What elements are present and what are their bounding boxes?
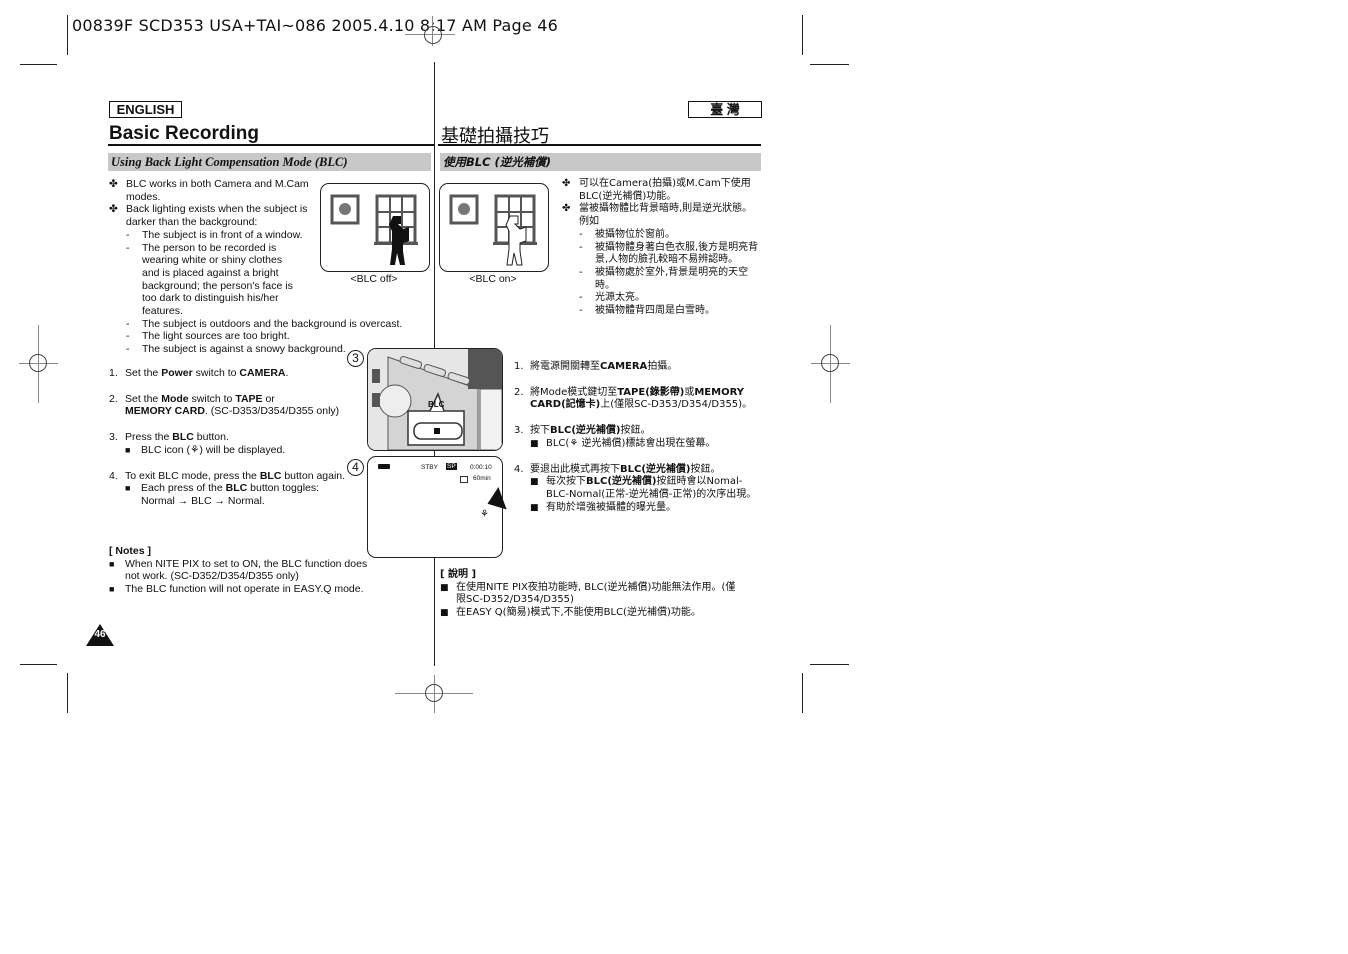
condition-item: - 光源太亮。	[579, 292, 645, 304]
notes-title: [ Notes ]	[109, 545, 151, 557]
square-bullet-icon: ■	[530, 438, 539, 449]
crop-mark	[67, 15, 68, 55]
bullet-icon: ✤	[562, 178, 571, 189]
condition-item: - The subject is in front of a window.	[126, 228, 303, 241]
camcorder-blc-button-illustration: BLC	[367, 348, 503, 451]
sub-item: ■ BLC(⚘ 逆光補償)標誌會出現在螢幕。	[530, 437, 716, 449]
sub-item: ■ Each press of the BLC button toggles: No…	[125, 482, 320, 507]
chinese-intro: ✤ 可以在Camera(拍攝)或M.Cam下使用BLC(逆光補償)功能。 ✤ 當被攝…	[562, 178, 762, 318]
condition-item: - 被攝物處於室外,背景是明亮的天空時。	[579, 266, 749, 291]
crop-mark	[20, 64, 57, 65]
lcd-timecode: 0:00:10	[470, 464, 492, 471]
crop-mark	[810, 64, 849, 65]
bullet-icon: ✤	[109, 203, 118, 216]
english-intro: ✤ BLC works in both Camera and M.Cam mode…	[109, 178, 402, 356]
crop-mark	[810, 664, 849, 665]
condition-item: - The person to be recorded is wearing wh…	[126, 241, 293, 318]
lcd-status: STBY	[421, 464, 438, 471]
crop-mark	[802, 15, 803, 55]
crop-mark	[802, 673, 803, 713]
notes-title: [ 說明 ]	[440, 569, 477, 580]
english-page-title: Basic Recording	[109, 123, 259, 144]
step-3-marker: 3	[347, 350, 364, 367]
sub-item: ■ 有助於增強被攝體的曝光量。	[530, 501, 676, 513]
note-item: ■ The BLC function will not operate in EA…	[109, 583, 364, 596]
lcd-mode-badge: SP	[446, 463, 457, 470]
step-item: 3. 按下BLC(逆光補償)按鈕。 ■ BLC(⚘ 逆光補償)標誌會出現在螢幕。	[514, 425, 764, 450]
bullet-item: ✤ 當被攝物體比背景暗時,則是逆光狀態。例如	[562, 203, 753, 228]
english-language-label: ENGLISH	[109, 101, 182, 118]
tape-icon	[460, 476, 468, 483]
english-steps: 1. Set the Power switch to CAMERA. 2. Se…	[109, 367, 359, 521]
battery-icon	[378, 464, 390, 469]
square-bullet-icon: ■	[440, 608, 449, 619]
lcd-screen-illustration: STBY SP 0:00:10 60min ⚘	[367, 456, 507, 558]
square-bullet-icon: ■	[125, 444, 131, 455]
english-section-title: Using Back Light Compensation Mode (BLC)	[108, 153, 431, 171]
chinese-section-title: 使用BLC (逆光補償)	[440, 153, 761, 171]
condition-item: - 被攝物位於窗前。	[579, 228, 675, 240]
bullet-item: ✤ 可以在Camera(拍攝)或M.Cam下使用BLC(逆光補償)功能。	[562, 178, 751, 202]
blc-off-caption: <BLC off>	[350, 273, 398, 285]
chinese-notes: [ 說明 ] ■ 在使用NITE PIX夜拍功能時, BLC(逆光補償)功能無法作…	[440, 569, 740, 620]
blc-indicator-icon: ⚘	[480, 509, 489, 520]
step-item: 1. Set the Power switch to CAMERA.	[109, 367, 289, 379]
title-rule	[438, 144, 761, 146]
crop-mark	[67, 673, 68, 713]
note-item: ■ 在使用NITE PIX夜拍功能時, BLC(逆光補償)功能無法作用。(僅限SC…	[440, 581, 736, 606]
sub-item: ■ 每次按下BLC(逆光補償)按鈕時會以Nomal-BLC-Nomal(正常-逆光…	[530, 476, 757, 500]
step-item: 4. To exit BLC mode, press the BLC butto…	[109, 470, 359, 508]
crop-mark	[20, 664, 57, 665]
condition-item: - 被攝物體背四周是白雪時。	[579, 305, 715, 317]
backlit-scene-icon	[330, 194, 418, 265]
square-bullet-icon: ■	[109, 558, 115, 569]
step-item: 3. Press the BLC button. ■ BLC icon (⚘) w…	[109, 431, 359, 456]
title-rule	[108, 144, 434, 146]
condition-item: - The subject is outdoors and the backgro…	[126, 317, 403, 330]
square-bullet-icon: ■	[530, 502, 539, 513]
step-item: 2. Set the Mode switch to TAPE or MEMORY…	[109, 392, 340, 418]
sub-item: ■ BLC icon (⚘) will be displayed.	[125, 443, 286, 456]
print-header: 00839F SCD353 USA+TAI~086 2005.4.10 8:17…	[72, 16, 558, 35]
condition-item: - 被攝物體身著白色衣服,後方是明亮背景,人物的臉孔較暗不易辨認時。	[579, 241, 759, 266]
square-bullet-icon: ■	[125, 483, 131, 494]
bullet-item: ✤ Back lighting exists when the subject i…	[109, 203, 308, 229]
blc-on-illustration	[439, 183, 549, 272]
bullet-item: ✤ BLC works in both Camera and M.Cam mode…	[109, 178, 309, 203]
square-bullet-icon: ■	[109, 584, 115, 595]
note-item: ■ When NITE PIX to set to ON, the BLC fun…	[109, 557, 368, 583]
bullet-icon: ✤	[562, 203, 571, 215]
chinese-language-label: 臺 灣	[688, 101, 762, 118]
blc-off-illustration	[320, 183, 430, 272]
page-number: 46	[94, 629, 106, 640]
square-bullet-icon: ■	[440, 582, 449, 593]
step-item: 2. 將Mode模式鍵切至TAPE(錄影帶)或MEMORY CARD(記憶卡)上…	[514, 386, 753, 411]
blc-on-caption: <BLC on>	[469, 273, 517, 285]
lcd-remaining: 60min	[473, 475, 491, 482]
square-bullet-icon: ■	[530, 477, 539, 488]
compensated-scene-icon	[449, 194, 537, 266]
step-4-marker: 4	[347, 459, 364, 476]
condition-item: - The light sources are too bright.	[126, 330, 290, 343]
note-item: ■ 在EASY Q(簡易)模式下,不能使用BLC(逆光補償)功能。	[440, 607, 701, 619]
english-notes: [ Notes ] ■ When NITE PIX to set to ON, t…	[109, 545, 369, 596]
chinese-steps: 1. 將電源開關轉至CAMERA拍攝。 2. 將Mode模式鍵切至TAPE(錄影…	[514, 361, 764, 527]
step-item: 1. 將電源開關轉至CAMERA拍攝。	[514, 361, 678, 372]
bullet-icon: ✤	[109, 178, 118, 190]
blc-button-label: BLC	[428, 400, 445, 409]
step-item: 4. 要退出此模式再按下BLC(逆光補償)按鈕。 ■ 每次按下BLC(逆光補償)按…	[514, 464, 764, 515]
